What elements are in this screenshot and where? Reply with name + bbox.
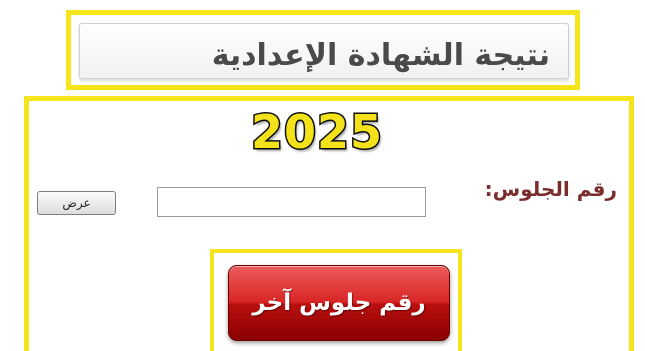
page-title: نتيجة الشهادة الإعدادية bbox=[211, 38, 550, 73]
show-result-button[interactable]: عرض bbox=[37, 191, 116, 215]
other-seat-highlight-frame: رقم جلوس آخر bbox=[210, 249, 462, 351]
year-heading: 2025 bbox=[249, 104, 384, 161]
header-highlight-frame: نتيجة الشهادة الإعدادية bbox=[66, 10, 580, 90]
header-panel: نتيجة الشهادة الإعدادية bbox=[79, 23, 569, 79]
seat-number-input[interactable] bbox=[157, 187, 426, 217]
other-seat-number-button[interactable]: رقم جلوس آخر bbox=[228, 265, 450, 341]
seat-number-label: رقم الجلوس: bbox=[484, 177, 617, 201]
